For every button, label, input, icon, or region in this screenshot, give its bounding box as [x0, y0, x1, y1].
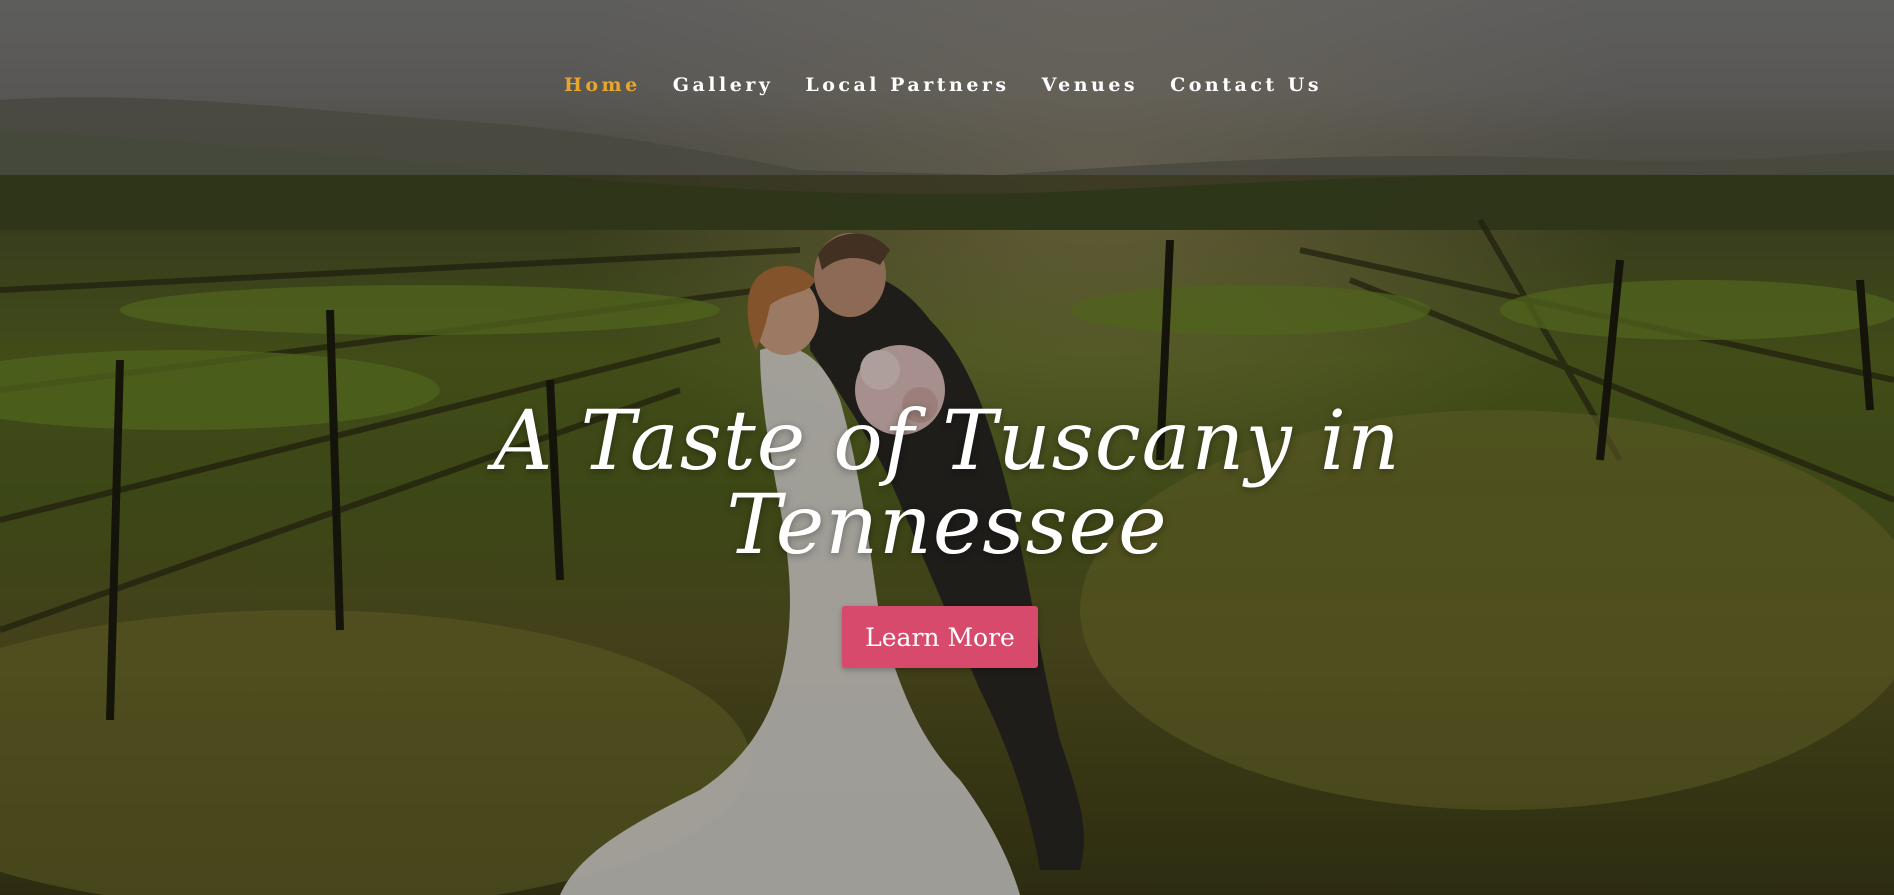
nav-item-local-partners[interactable]: Local Partners — [805, 74, 1009, 96]
hero-section: Home Gallery Local Partners Venues Conta… — [0, 0, 1894, 895]
nav-item-venues[interactable]: Venues — [1042, 74, 1139, 96]
nav-item-gallery[interactable]: Gallery — [673, 74, 774, 96]
hero-headline: A Taste of Tuscany in Tennessee — [0, 400, 1894, 568]
hero-headline-line-2: Tennessee — [726, 478, 1168, 573]
nav-menu: Home Gallery Local Partners Venues Conta… — [0, 74, 1890, 96]
nav-item-contact-us[interactable]: Contact Us — [1170, 74, 1322, 96]
main-navigation: Home Gallery Local Partners Venues Conta… — [0, 0, 1894, 175]
learn-more-button[interactable]: Learn More — [842, 606, 1038, 668]
hero-headline-line-1: A Taste of Tuscany in — [493, 394, 1401, 489]
nav-item-home[interactable]: Home — [564, 74, 641, 96]
